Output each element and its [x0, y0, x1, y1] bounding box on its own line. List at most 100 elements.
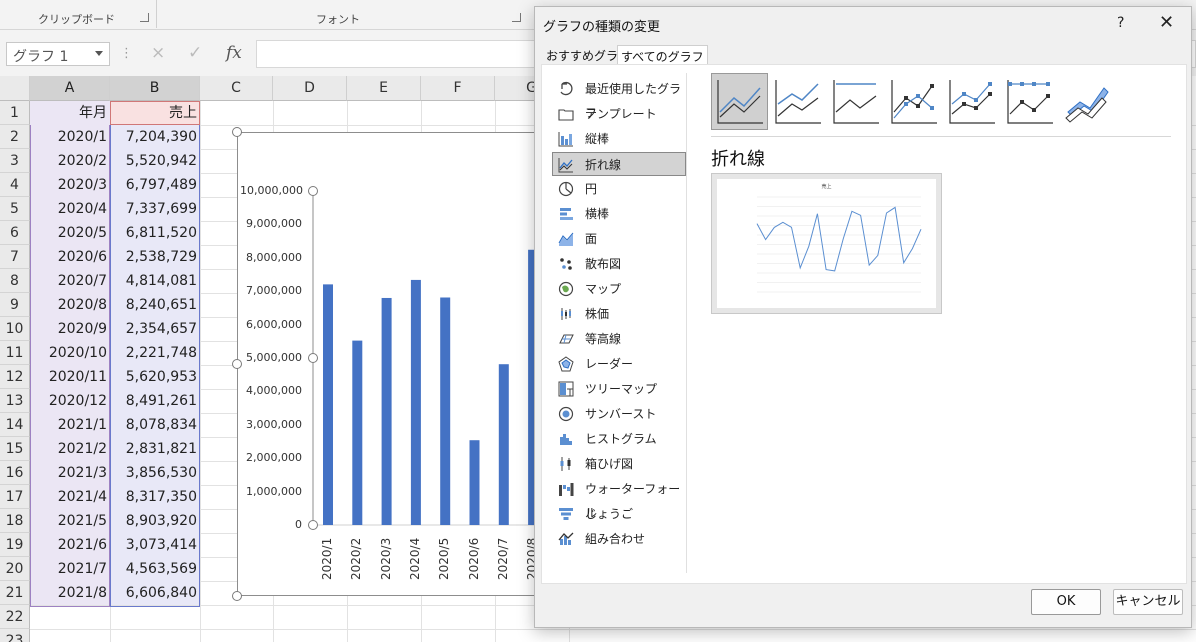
chart-type-radar[interactable]: レーダー — [553, 352, 687, 376]
range-highlight-values — [110, 125, 200, 607]
chart-type-label: 縦棒 — [585, 132, 610, 146]
row-header[interactable]: 15 — [0, 437, 30, 461]
chart-type-pie[interactable]: 円 — [553, 177, 687, 201]
chart-type-stock[interactable]: 株価 — [553, 302, 687, 326]
close-icon[interactable]: ✕ — [1159, 12, 1174, 33]
row-header[interactable]: 4 — [0, 173, 30, 197]
chart-resize-handle[interactable] — [232, 127, 242, 137]
chart-type-combo[interactable]: 組み合わせ — [553, 527, 687, 551]
row-header[interactable]: 21 — [0, 581, 30, 605]
percent-stacked-line-markers-subtype-icon — [1007, 80, 1053, 124]
stacked-line-markers-subtype-icon — [949, 80, 995, 124]
row-header[interactable]: 7 — [0, 245, 30, 269]
subtype-3d-line[interactable] — [1059, 73, 1116, 130]
row-header[interactable]: 5 — [0, 197, 30, 221]
row-header[interactable]: 19 — [0, 533, 30, 557]
line-markers-subtype-icon — [891, 80, 937, 124]
y-tick-label: 9,000,000 — [246, 217, 302, 231]
chart-type-bar[interactable]: 横棒 — [553, 202, 687, 226]
row-header[interactable]: 10 — [0, 317, 30, 341]
pie-chart-icon — [558, 181, 574, 197]
row-header[interactable]: 3 — [0, 149, 30, 173]
row-header[interactable]: 8 — [0, 269, 30, 293]
x-tick-label: 2020/6 — [466, 537, 481, 580]
select-all-corner[interactable] — [0, 76, 30, 101]
column-header-c[interactable]: C — [200, 76, 273, 101]
chevron-down-icon[interactable] — [95, 51, 103, 56]
row-header[interactable]: 11 — [0, 341, 30, 365]
histogram-chart-icon — [560, 434, 572, 445]
row-header[interactable]: 1 — [0, 101, 30, 125]
subtype-line[interactable] — [711, 73, 768, 130]
chart-type-boxwhisker[interactable]: 箱ひげ図 — [553, 452, 687, 476]
chart-type-recent[interactable]: 最近使用したグラフ — [553, 77, 687, 120]
chart-type-map[interactable]: マップ — [553, 277, 687, 301]
column-header-d[interactable]: D — [273, 76, 347, 101]
column-header-b[interactable]: B — [110, 76, 200, 101]
cancel-entry-icon[interactable]: × — [151, 43, 165, 63]
cell-header-a[interactable]: 年月 — [30, 101, 110, 125]
subtype-stacked-line-markers[interactable] — [943, 73, 1000, 130]
row-header[interactable]: 23 — [0, 629, 30, 642]
tab-all-charts[interactable]: すべてのグラフ — [617, 45, 708, 65]
row-header[interactable]: 13 — [0, 389, 30, 413]
chart-type-label: マップ — [585, 282, 622, 296]
subtype-line-markers[interactable] — [885, 73, 942, 130]
font-launcher-icon[interactable] — [512, 13, 521, 22]
chart-type-label: テンプレート — [585, 107, 657, 121]
clipboard-launcher-icon[interactable] — [140, 13, 149, 22]
row-header[interactable]: 18 — [0, 509, 30, 533]
chart-type-area[interactable]: 面 — [553, 227, 687, 251]
chart-type-column[interactable]: 縦棒 — [553, 127, 687, 151]
chart-type-label: 組み合わせ — [585, 532, 646, 546]
subtype-stacked-line[interactable] — [769, 73, 826, 130]
subtype-100-stacked-line[interactable] — [827, 73, 884, 130]
y-tick-label: 6,000,000 — [246, 317, 302, 331]
chart-type-surface[interactable]: 等高線 — [553, 327, 687, 351]
name-box[interactable]: グラフ 1 — [6, 42, 110, 66]
chart-type-scatter[interactable]: 散布図 — [553, 252, 687, 276]
funnel-chart-icon — [559, 508, 573, 520]
column-header-a[interactable]: A — [30, 76, 110, 101]
row-header[interactable]: 9 — [0, 293, 30, 317]
row-header[interactable]: 16 — [0, 461, 30, 485]
row-header[interactable]: 14 — [0, 413, 30, 437]
help-icon[interactable]: ? — [1117, 15, 1124, 31]
range-highlight-series-name — [110, 101, 200, 125]
row-header[interactable]: 20 — [0, 557, 30, 581]
row-header[interactable]: 22 — [0, 605, 30, 629]
column-header-e[interactable]: E — [347, 76, 421, 101]
y-tick-label: 3,000,000 — [246, 417, 302, 431]
cancel-button[interactable]: キャンセル — [1113, 589, 1183, 615]
chart-type-treemap[interactable]: ツリーマップ — [553, 377, 687, 401]
chart-preview[interactable]: 売上 — [711, 173, 942, 314]
stacked-line-subtype-icon — [775, 80, 821, 124]
line-3d-subtype-icon — [1065, 87, 1109, 123]
chart-type-funnel[interactable]: じょうご — [553, 502, 687, 526]
chart-preview-canvas: 売上 — [717, 179, 936, 308]
chart-type-waterfall[interactable]: ウォーターフォール — [553, 477, 687, 520]
chart-type-sunburst[interactable]: サンバースト — [553, 402, 687, 426]
column-header-f[interactable]: F — [421, 76, 495, 101]
chart-type-histogram[interactable]: ヒストグラム — [553, 427, 687, 451]
chart-type-label: 散布図 — [585, 257, 622, 271]
percent-stacked-line-subtype-icon — [833, 80, 879, 124]
chart-type-template[interactable]: テンプレート — [553, 102, 687, 126]
ribbon-group-font: フォント — [316, 13, 360, 26]
subtype-heading: 折れ線 — [711, 149, 765, 170]
enter-entry-icon[interactable]: ✓ — [188, 43, 202, 63]
row-header[interactable]: 2 — [0, 125, 30, 149]
row-header[interactable]: 6 — [0, 221, 30, 245]
chart-type-line[interactable]: 折れ線 — [552, 152, 686, 176]
row-header[interactable]: 12 — [0, 365, 30, 389]
chart-type-label: 等高線 — [585, 332, 622, 346]
chart-type-list: 最近使用したグラフ テンプレート 縦棒 折れ線 円 横棒 面 散布図 マップ 株… — [552, 73, 687, 573]
divider — [711, 136, 1171, 137]
insert-function-icon[interactable]: fx — [226, 43, 242, 63]
subtype-100-stacked-line-markers[interactable] — [1001, 73, 1058, 130]
chart-resize-handle[interactable] — [232, 591, 242, 601]
y-tick-label: 4,000,000 — [246, 384, 302, 398]
ok-button[interactable]: OK — [1031, 589, 1101, 615]
row-header[interactable]: 17 — [0, 485, 30, 509]
map-chart-icon — [558, 281, 574, 297]
